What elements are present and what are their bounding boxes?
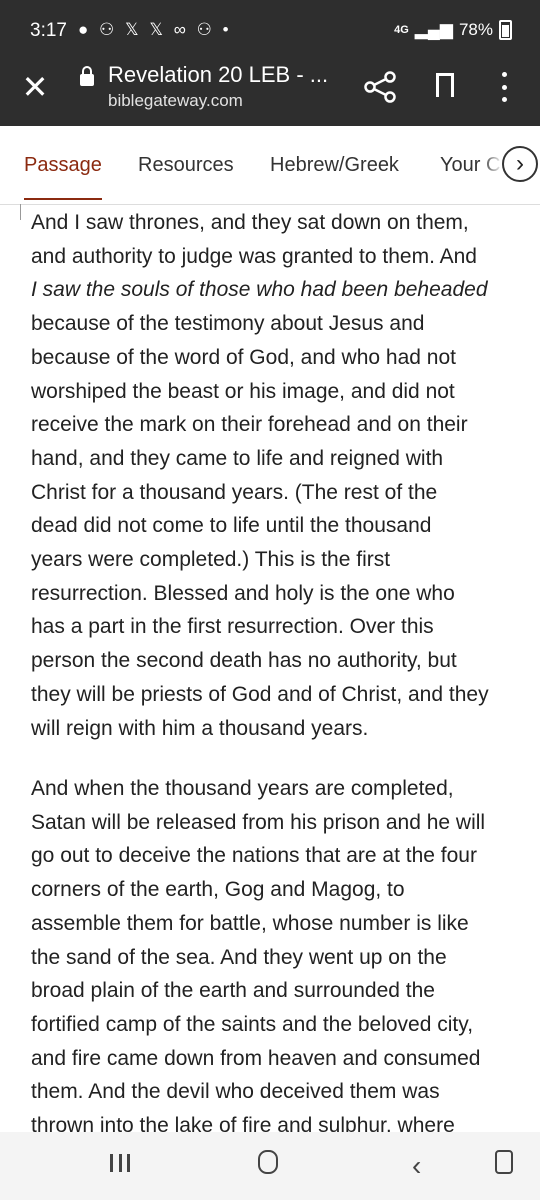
verse-line: Christ for a thousand years. (The rest o… xyxy=(31,480,438,504)
network-icon: 4G xyxy=(394,24,409,36)
verse-line: dead did not come to life until the thou… xyxy=(31,514,432,538)
verse-line: years were completed.) This is the first xyxy=(31,548,391,572)
custom-tab-bar: ✕ Revelation 20 LEB - ... biblegateway.c… xyxy=(0,58,540,126)
verse-line: fortified camp of the saints and the bel… xyxy=(31,1012,474,1036)
notification-icons: ● ⚇ 𝕏 𝕏 ∞ ⚇ • xyxy=(78,20,232,39)
verse-line: and authority to judge was granted to th… xyxy=(31,244,477,268)
verse-line: hand, and they came to life and reigned … xyxy=(31,446,444,470)
lock-icon[interactable] xyxy=(80,66,94,86)
recents-icon[interactable] xyxy=(110,1154,130,1172)
verse-line: because of the word of God, and who had … xyxy=(31,345,456,369)
signal-icon: ▂▄▆ xyxy=(414,20,453,39)
verse-line: because of the testimony about Jesus and xyxy=(31,312,425,336)
verse-line: them. And the devil who deceived them wa… xyxy=(31,1080,440,1104)
verse-line: assemble them for battle, whose number i… xyxy=(31,911,469,935)
verse-paragraph: And I saw thrones, and they sat down on … xyxy=(31,206,523,745)
page-url[interactable]: biblegateway.com xyxy=(108,91,243,111)
passage-content: And I saw thrones, and they sat down on … xyxy=(0,204,540,1132)
verse-line: corners of the earth, Gog and Magog, to xyxy=(31,878,405,902)
status-right: 4G ▂▄▆ 78% xyxy=(394,20,512,40)
tab-hebrew-greek[interactable]: Hebrew/Greek xyxy=(270,154,399,177)
scroll-marker xyxy=(20,204,21,220)
share-icon[interactable] xyxy=(360,70,400,104)
tab-passage[interactable]: Passage xyxy=(24,154,102,200)
chevron-right-icon[interactable]: › xyxy=(502,146,538,182)
verse-line: And I saw thrones, and they sat down on … xyxy=(31,211,469,234)
back-icon[interactable]: ‹ xyxy=(412,1150,421,1182)
keyboard-icon[interactable] xyxy=(495,1150,513,1174)
more-options-icon[interactable] xyxy=(502,72,508,102)
system-nav-bar: ‹ xyxy=(0,1132,540,1200)
home-icon[interactable] xyxy=(258,1150,278,1174)
verse-line: has a part in the first resurrection. Ov… xyxy=(31,615,434,639)
bookmark-icon[interactable] xyxy=(436,73,454,101)
tab-resources[interactable]: Resources xyxy=(138,154,234,177)
verse-line: receive the mark on their forehead and o… xyxy=(31,413,468,437)
verse-line: and fire came down from heaven and consu… xyxy=(31,1046,481,1070)
verse-paragraph: And when the thousand years are complete… xyxy=(31,772,523,1132)
verse-line: worshiped the beast or his image, and di… xyxy=(31,379,455,403)
close-icon[interactable]: ✕ xyxy=(18,69,52,105)
page-title[interactable]: Revelation 20 LEB - ... xyxy=(108,62,328,88)
verse-line: go out to deceive the nations that are a… xyxy=(31,844,477,868)
verse-line: will reign with him a thousand years. xyxy=(31,716,369,740)
status-time: 3:17 xyxy=(30,20,67,41)
verse-line: the sand of the sea. And they went up on… xyxy=(31,945,447,969)
verse-line: they will be priests of God and of Chris… xyxy=(31,682,489,706)
battery-level: 78% xyxy=(458,20,493,39)
verse-line: Satan will be released from his prison a… xyxy=(31,810,486,834)
verse-line: And when the thousand years are complete… xyxy=(31,777,454,800)
browser-top-bar: 3:17 ● ⚇ 𝕏 𝕏 ∞ ⚇ • 4G ▂▄▆ 78% ✕ Revelati… xyxy=(0,0,540,126)
status-bar: 3:17 ● ⚇ 𝕏 𝕏 ∞ ⚇ • 4G ▂▄▆ 78% xyxy=(0,0,540,60)
verse-line: broad plain of the earth and surrounded … xyxy=(31,979,435,1003)
passage-tabs: Passage Resources Hebrew/Greek Your C xyxy=(0,126,540,205)
verse-line: thrown into the lake of fire and sulphur… xyxy=(31,1114,455,1132)
verse-line: I saw the souls of those who had been be… xyxy=(31,278,488,302)
verse-line: person the second death has no authority… xyxy=(31,649,457,673)
battery-icon xyxy=(499,20,512,40)
verse-line: resurrection. Blessed and holy is the on… xyxy=(31,581,455,605)
